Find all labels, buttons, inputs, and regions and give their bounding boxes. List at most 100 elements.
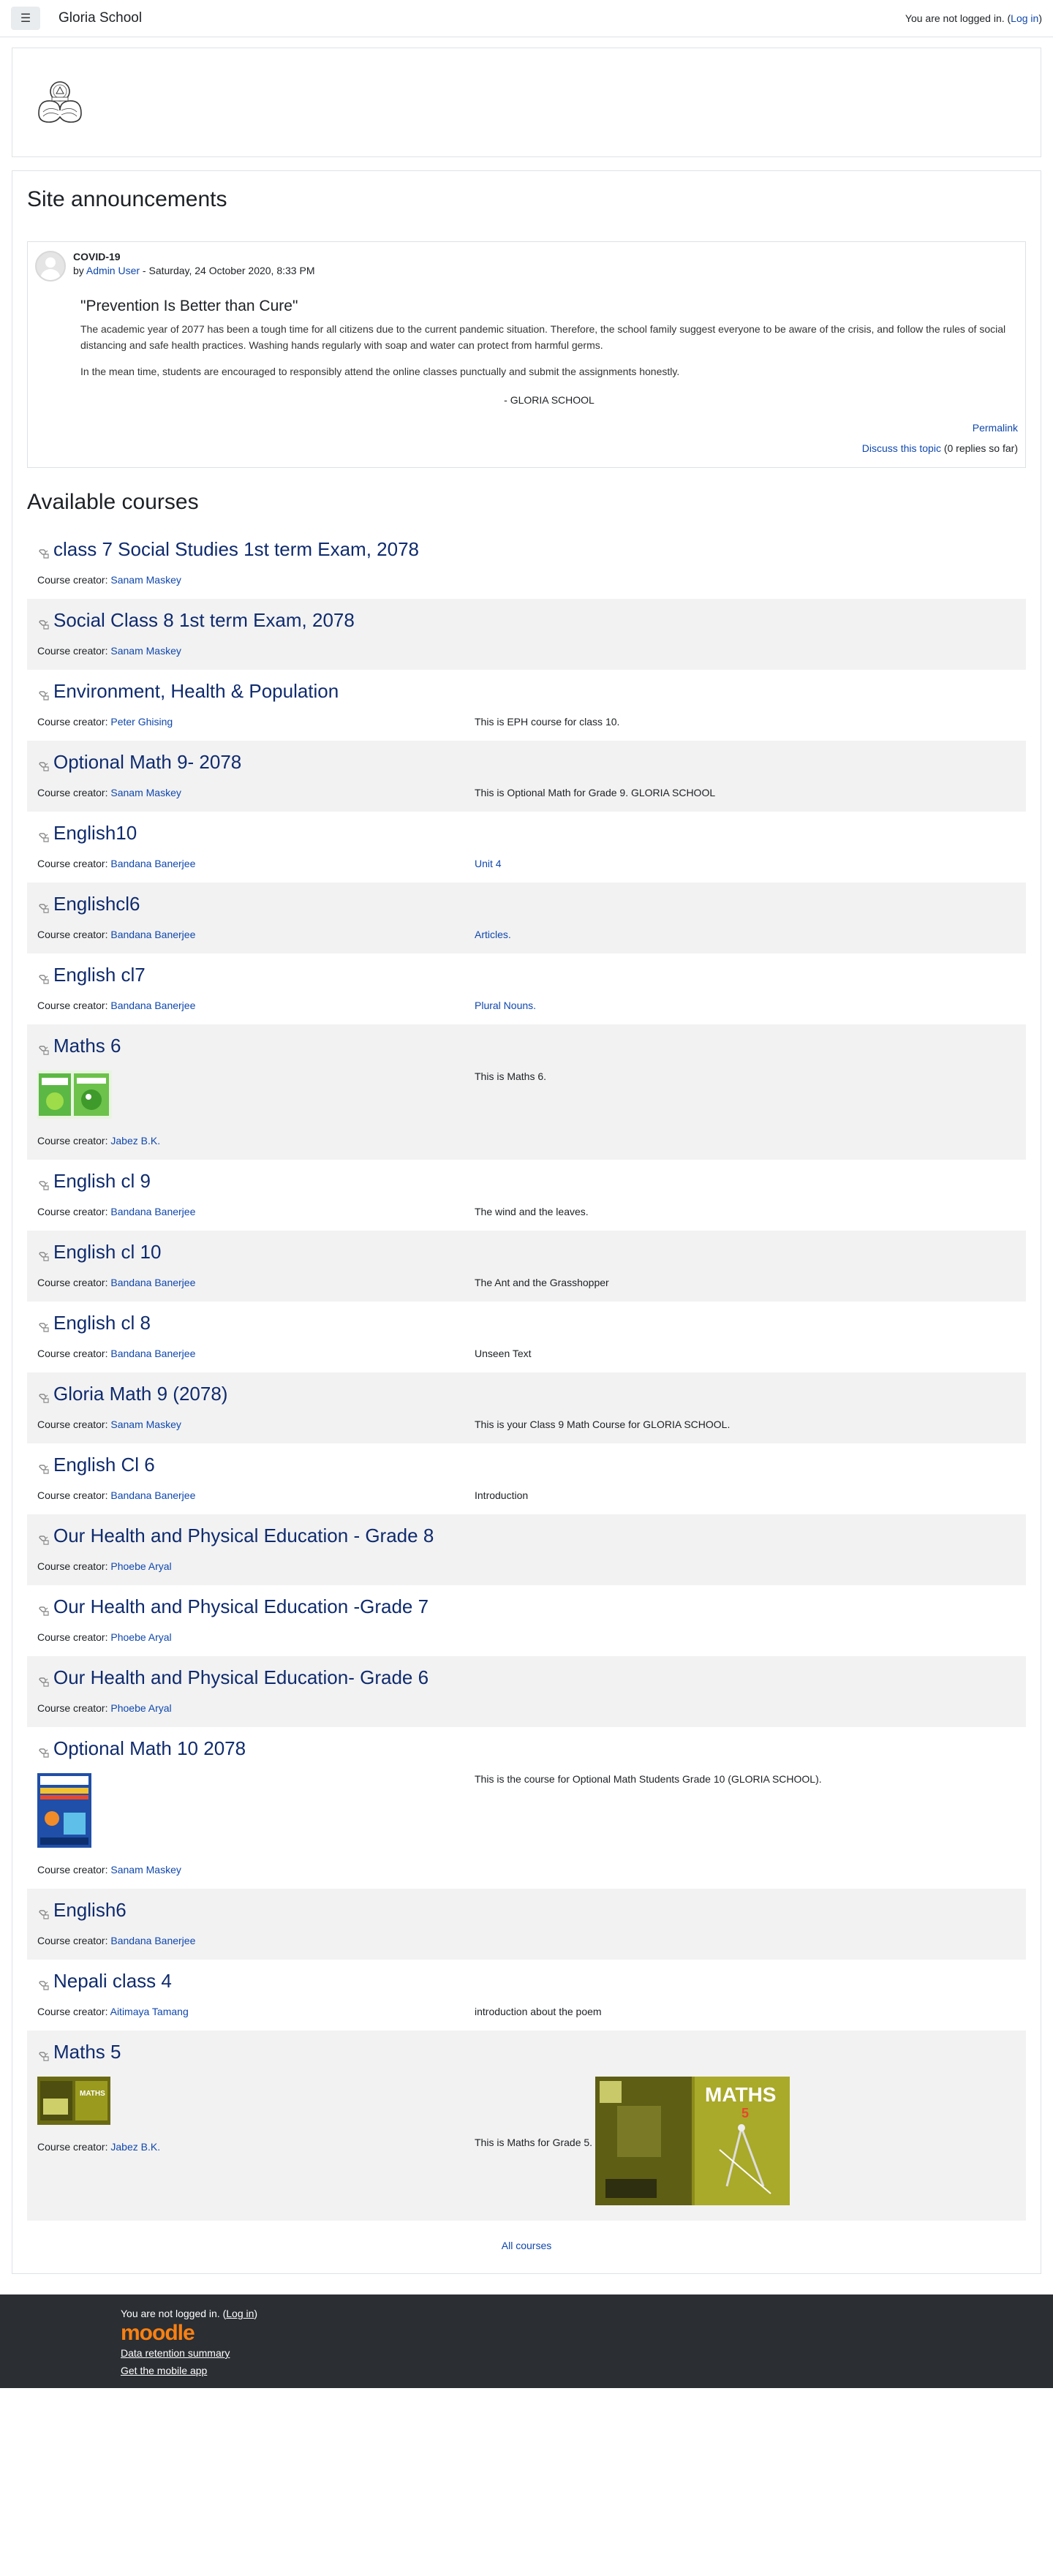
course-creator: Course creator: Bandana Banerjee	[37, 1348, 475, 1359]
footer-login-prefix: You are not logged in. (	[121, 2308, 227, 2319]
course-title-link[interactable]: English cl 8	[53, 1312, 151, 1334]
hamburger-icon[interactable]: ☰	[11, 7, 40, 30]
course-creator: Course creator: Sanam Maskey	[37, 574, 475, 586]
course-item: Nepali class 4 Course creator: Aitimaya T…	[27, 1960, 1026, 2031]
course-item: English cl 9 Course creator: Bandana Bane…	[27, 1160, 1026, 1231]
course-creator: Course creator: Bandana Banerjee	[37, 1489, 475, 1501]
course-thumbnail[interactable]: MATHS	[37, 2077, 110, 2125]
data-retention-link[interactable]: Data retention summary	[121, 2344, 1053, 2362]
course-creator-link[interactable]: Aitimaya Tamang	[110, 2006, 189, 2017]
course-title-link[interactable]: Environment, Health & Population	[53, 680, 339, 703]
login-suffix: )	[1038, 12, 1042, 24]
site-name[interactable]: Gloria School	[58, 10, 142, 26]
course-icon	[37, 1040, 50, 1055]
course-creator-link[interactable]: Sanam Maskey	[110, 787, 181, 798]
course-item: Maths 6 Course creator: Jabez B.K. This is…	[27, 1024, 1026, 1160]
course-creator-label: Course creator:	[37, 1560, 111, 1572]
course-title-link[interactable]: English cl 9	[53, 1170, 151, 1193]
course-creator-link[interactable]: Sanam Maskey	[110, 645, 181, 657]
course-creator-link[interactable]: Sanam Maskey	[110, 1419, 181, 1430]
course-creator-link[interactable]: Peter Ghising	[110, 716, 173, 728]
course-icon	[37, 969, 50, 984]
course-title-link[interactable]: English10	[53, 822, 137, 845]
course-creator-link[interactable]: Bandana Banerjee	[110, 1489, 195, 1501]
course-title-link[interactable]: Our Health and Physical Education - Grad…	[53, 1525, 434, 1547]
course-creator-link[interactable]: Bandana Banerjee	[110, 929, 195, 940]
course-creator-link[interactable]: Sanam Maskey	[110, 1864, 181, 1876]
course-title-link[interactable]: English cl 10	[53, 1241, 161, 1264]
course-title-link[interactable]: English Cl 6	[53, 1454, 155, 1476]
course-title-link[interactable]: Our Health and Physical Education -Grade…	[53, 1595, 429, 1618]
course-item: class 7 Social Studies 1st term Exam, 20…	[27, 528, 1026, 599]
course-summary-link[interactable]: Articles.	[475, 929, 511, 940]
course-icon	[37, 1246, 50, 1261]
course-title-link[interactable]: Optional Math 10 2078	[53, 1737, 246, 1760]
course-thumbnail[interactable]	[37, 1070, 112, 1119]
course-creator-label: Course creator:	[37, 1702, 111, 1714]
course-icon	[37, 543, 50, 559]
login-link[interactable]: Log in	[1011, 12, 1038, 24]
course-creator-label: Course creator:	[37, 929, 111, 940]
course-creator-link[interactable]: Jabez B.K.	[110, 1135, 160, 1147]
course-creator-link[interactable]: Bandana Banerjee	[110, 1935, 195, 1946]
course-title-link[interactable]: Social Class 8 1st term Exam, 2078	[53, 609, 355, 632]
course-icon	[37, 1601, 50, 1616]
course-creator-link[interactable]: Phoebe Aryal	[110, 1631, 171, 1643]
post-date: - Saturday, 24 October 2020, 8:33 PM	[140, 265, 315, 276]
course-title-link[interactable]: Maths 5	[53, 2041, 121, 2063]
course-summary: introduction about the poem	[475, 2006, 602, 2017]
course-title-link[interactable]: Optional Math 9- 2078	[53, 751, 241, 774]
course-creator-label: Course creator:	[37, 2141, 111, 2153]
footer-login-link[interactable]: Log in	[226, 2308, 254, 2319]
all-courses-link[interactable]: All courses	[502, 2240, 551, 2251]
svg-text:5: 5	[741, 2106, 749, 2120]
course-summary-link[interactable]: Plural Nouns.	[475, 1000, 536, 1011]
course-creator: Course creator: Bandana Banerjee	[37, 1000, 475, 1011]
course-creator: Course creator: Phoebe Aryal	[37, 1631, 475, 1643]
course-creator-link[interactable]: Bandana Banerjee	[110, 1206, 195, 1217]
navbar: ☰ Gloria School You are not logged in. (…	[0, 0, 1053, 37]
course-title-link[interactable]: Our Health and Physical Education- Grade…	[53, 1666, 429, 1689]
course-title-link[interactable]: Maths 6	[53, 1035, 121, 1057]
course-creator-link[interactable]: Bandana Banerjee	[110, 858, 195, 869]
course-creator-link[interactable]: Phoebe Aryal	[110, 1560, 171, 1572]
discuss-topic-link[interactable]: Discuss this topic	[862, 442, 941, 454]
course-thumbnail[interactable]	[37, 1773, 91, 1848]
course-creator-link[interactable]: Bandana Banerjee	[110, 1348, 195, 1359]
course-title-link[interactable]: class 7 Social Studies 1st term Exam, 20…	[53, 538, 419, 561]
course-creator-link[interactable]: Bandana Banerjee	[110, 1277, 195, 1288]
course-title-link[interactable]: English cl7	[53, 964, 146, 986]
course-summary: This is Maths for Grade 5.	[475, 2136, 593, 2148]
moodle-logo[interactable]: moodle	[121, 2322, 1053, 2344]
course-item: English cl 10 Course creator: Bandana Ban…	[27, 1231, 1026, 1302]
course-creator-label: Course creator:	[37, 645, 111, 657]
course-creator: Course creator: Sanam Maskey	[37, 1864, 475, 1876]
mobile-app-link[interactable]: Get the mobile app	[121, 2362, 1053, 2379]
course-creator-link[interactable]: Bandana Banerjee	[110, 1000, 195, 1011]
course-icon	[37, 1175, 50, 1190]
permalink-link[interactable]: Permalink	[973, 422, 1018, 434]
user-avatar-icon[interactable]	[35, 251, 66, 282]
course-creator: Course creator: Phoebe Aryal	[37, 1560, 475, 1572]
course-icon	[37, 1459, 50, 1474]
course-creator-link[interactable]: Phoebe Aryal	[110, 1702, 171, 1714]
login-info: You are not logged in. (Log in)	[905, 12, 1042, 24]
course-creator-label: Course creator:	[37, 1864, 111, 1876]
course-creator: Course creator: Jabez B.K.	[37, 2141, 475, 2153]
course-creator-link[interactable]: Sanam Maskey	[110, 574, 181, 586]
course-title-link[interactable]: English6	[53, 1899, 127, 1922]
announcement-post: COVID-19 by Admin User - Saturday, 24 Oc…	[27, 241, 1026, 468]
course-creator-label: Course creator:	[37, 1135, 111, 1147]
course-title-link[interactable]: Gloria Math 9 (2078)	[53, 1383, 227, 1405]
course-creator-link[interactable]: Jabez B.K.	[110, 2141, 160, 2153]
course-title-link[interactable]: Nepali class 4	[53, 1970, 172, 1993]
course-creator: Course creator: Sanam Maskey	[37, 787, 475, 798]
announcements-title: Site announcements	[27, 187, 227, 211]
post-author-link[interactable]: Admin User	[86, 265, 140, 276]
post-byline: by Admin User - Saturday, 24 October 202…	[73, 265, 314, 276]
course-item: Gloria Math 9 (2078) Course creator: Sana…	[27, 1372, 1026, 1443]
page-footer: You are not logged in. (Log in) moodle D…	[0, 2294, 1053, 2388]
course-title-link[interactable]: Englishcl6	[53, 893, 140, 915]
course-summary-link[interactable]: Unit 4	[475, 858, 502, 869]
course-icon	[37, 1388, 50, 1403]
